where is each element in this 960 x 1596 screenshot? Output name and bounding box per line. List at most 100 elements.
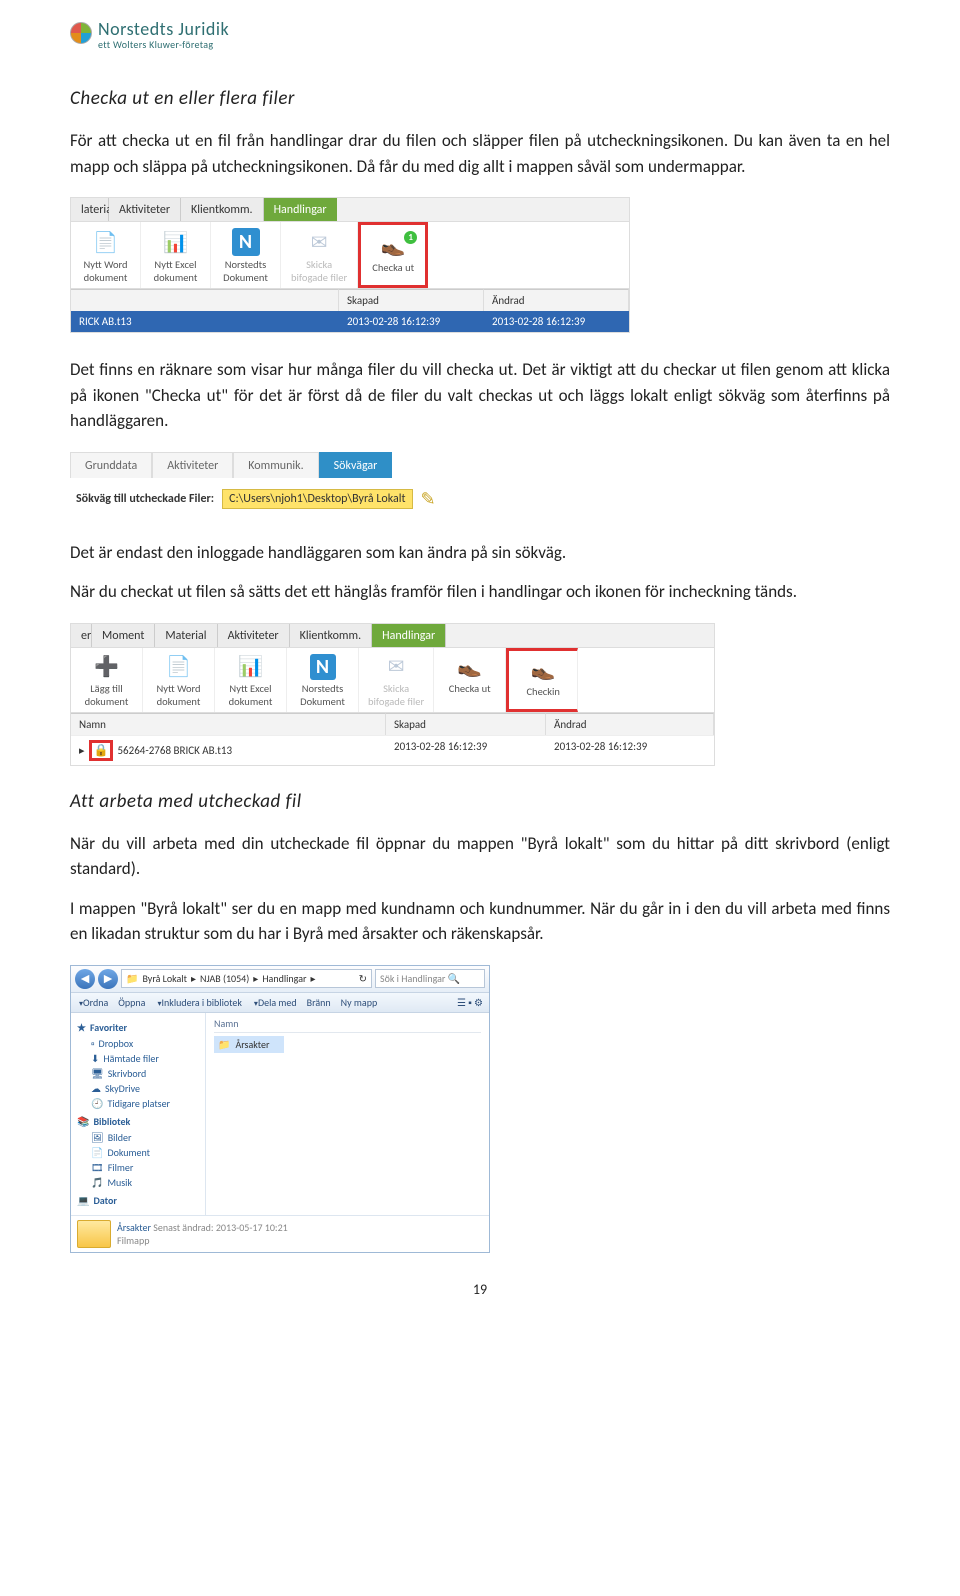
tool-dela[interactable]: Dela med xyxy=(252,996,297,1009)
nav-filmer[interactable]: 🎞Filmer xyxy=(77,1160,199,1175)
recent-icon: 🕘 xyxy=(91,1097,103,1110)
checka-ut-button[interactable]: 👞 Checka ut xyxy=(434,648,506,712)
col-namn[interactable]: Namn xyxy=(214,1017,481,1033)
tab-sokvagar[interactable]: Sökvägar xyxy=(319,452,393,478)
expand-toggle-icon[interactable]: ▸ xyxy=(79,744,85,757)
nav-hamtade[interactable]: ⬇Hämtade filer xyxy=(77,1051,199,1066)
nytt-excel-button[interactable]: 📊 Nytt Excel dokument xyxy=(141,222,211,288)
tool-brann[interactable]: Bränn xyxy=(307,996,331,1009)
tab-cut[interactable]: er xyxy=(71,624,92,647)
tab-material[interactable]: Material xyxy=(155,624,217,647)
label: Skicka xyxy=(291,258,347,271)
refresh-icon[interactable]: ↻ xyxy=(359,972,367,985)
label: Checka ut xyxy=(371,261,415,274)
col-skapad[interactable]: Skapad xyxy=(386,713,546,735)
tab-klientkomm[interactable]: Klientkomm. xyxy=(290,624,373,647)
desktop-icon: 🖥 xyxy=(91,1067,104,1080)
nytt-word-button[interactable]: 📄 Nytt Word dokument xyxy=(143,648,215,712)
paragraph-padlock: När du checkat ut filen så sätts det ett… xyxy=(70,579,890,605)
norstedts-icon: N xyxy=(232,228,260,256)
folder-arsakter[interactable]: 📁 Årsakter xyxy=(214,1036,284,1053)
file-name: RICK AB.t13 xyxy=(71,311,339,332)
col-namn[interactable]: Namn xyxy=(71,713,386,735)
label2: bifogade filer xyxy=(291,271,347,284)
crumb-2[interactable]: NJAB (1054) xyxy=(200,972,249,985)
tab-strip: er Moment Material Aktiviteter Klientkom… xyxy=(71,624,714,647)
tab-kommunik[interactable]: Kommunik. xyxy=(233,452,318,478)
logo-text: Norstedts Juridik ett Wolters Kluwer-för… xyxy=(98,20,229,51)
paragraph-structure: I mappen "Byrå lokalt" ser du en mapp me… xyxy=(70,896,890,947)
norstedts-dokument-button[interactable]: N Norstedts Dokument xyxy=(211,222,281,288)
tool-ordna[interactable]: Ordna xyxy=(77,996,108,1009)
tab-material[interactable]: laterial xyxy=(71,198,109,221)
nav-bibliotek[interactable]: 📚Bibliotek xyxy=(77,1115,199,1128)
col-andrad[interactable]: Ändrad xyxy=(546,713,714,735)
tab-aktiviteter[interactable]: Aktiviteter xyxy=(109,198,181,221)
shoe-icon: 👞 xyxy=(379,231,407,259)
details-meta: Senast ändrad: 2013-05-17 10:21 xyxy=(153,1221,287,1234)
lagg-till-button[interactable]: ➕ Lägg till dokument xyxy=(71,648,143,712)
screenshot-sokvagar: Grunddata Aktiviteter Kommunik. Sökvägar… xyxy=(70,452,610,516)
checka-ut-button[interactable]: 👞 1 Checka ut xyxy=(358,222,428,288)
crumb-1[interactable]: Byrå Lokalt xyxy=(142,972,187,985)
paragraph-intro: För att checka ut en fil från handlingar… xyxy=(70,128,890,179)
nytt-word-button[interactable]: 📄 Nytt Word dokument xyxy=(71,222,141,288)
brand-subtitle: ett Wolters Kluwer-företag xyxy=(98,38,229,51)
view-options-icon[interactable]: ☰ ▪ ⚙ xyxy=(457,996,483,1009)
breadcrumb[interactable]: 📁 Byrå Lokalt▸ NJAB (1054)▸ Handlingar▸ … xyxy=(121,969,372,988)
col-blank xyxy=(71,289,339,311)
back-button[interactable]: ◄ xyxy=(75,969,95,989)
checkin-button[interactable]: 👞 Checkin xyxy=(506,648,578,712)
nav-dokument[interactable]: 📄Dokument xyxy=(77,1145,199,1160)
label: Norstedts xyxy=(221,258,270,271)
col-skapad[interactable]: Skapad xyxy=(339,289,484,311)
nav-musik[interactable]: 🎵Musik xyxy=(77,1175,199,1190)
label2: Dokument xyxy=(296,695,349,708)
heading-checka-ut: Checka ut en eller flera filer xyxy=(70,87,890,110)
nav-skydrive[interactable]: ☁SkyDrive xyxy=(77,1081,199,1096)
norstedts-dokument-button[interactable]: N Norstedts Dokument xyxy=(287,648,359,712)
nav-bilder[interactable]: 🖼Bilder xyxy=(77,1130,199,1145)
paragraph-counter: Det finns en räknare som visar hur många… xyxy=(70,357,890,434)
search-input[interactable]: Sök i Handlingar 🔍 xyxy=(375,969,485,988)
ribbon: ➕ Lägg till dokument 📄 Nytt Word dokumen… xyxy=(71,647,714,713)
tool-ny-mapp[interactable]: Ny mapp xyxy=(341,996,378,1009)
logo: Norstedts Juridik ett Wolters Kluwer-för… xyxy=(70,20,890,51)
nav-favoriter[interactable]: ★Favoriter xyxy=(77,1021,199,1034)
crumb-3[interactable]: Handlingar xyxy=(262,972,306,985)
tool-oppna[interactable]: Öppna xyxy=(118,996,145,1009)
label2: bifogade filer xyxy=(368,695,424,708)
tool-inkludera[interactable]: Inkludera i bibliotek xyxy=(155,996,241,1009)
skicka-button: ✉ Skicka bifogade filer xyxy=(359,648,434,712)
column-headers: Namn Skapad Ändrad xyxy=(71,713,714,735)
path-value[interactable]: C:\Users\njoh1\Desktop\Byrå Lokalt xyxy=(222,489,412,509)
nav-skrivbord[interactable]: 🖥Skrivbord xyxy=(77,1066,199,1081)
edit-pencil-icon[interactable]: ✎ xyxy=(421,488,436,510)
tab-klientkomm[interactable]: Klientkomm. xyxy=(181,198,264,221)
tab-grunddata[interactable]: Grunddata xyxy=(70,452,152,478)
tab-moment[interactable]: Moment xyxy=(92,624,155,647)
heading-arbeta-med: Att arbeta med utcheckad fil xyxy=(70,790,890,813)
file-name: 56264-2768 BRICK AB.t13 xyxy=(117,744,232,757)
nytt-excel-button[interactable]: 📊 Nytt Excel dokument xyxy=(215,648,287,712)
counter-badge: 1 xyxy=(404,231,417,244)
tab-handlingar[interactable]: Handlingar xyxy=(372,624,446,647)
nav-dator[interactable]: 💻Dator xyxy=(77,1194,199,1207)
brand-name: Norstedts Juridik xyxy=(98,20,229,38)
col-andrad[interactable]: Ändrad xyxy=(484,289,629,311)
nav-tidigare[interactable]: 🕘Tidigare platser xyxy=(77,1096,199,1111)
tab-handlingar[interactable]: Handlingar xyxy=(264,198,337,221)
tab-aktiviteter[interactable]: Aktiviteter xyxy=(152,452,233,478)
forward-button[interactable]: ► xyxy=(98,969,118,989)
page-number: 19 xyxy=(70,1281,890,1298)
explorer-body: ★Favoriter ▫Dropbox ⬇Hämtade filer 🖥Skri… xyxy=(71,1013,489,1215)
logo-mark-icon xyxy=(70,22,92,44)
explorer-file-list: Namn 📁 Årsakter xyxy=(206,1013,489,1215)
tab-aktiviteter[interactable]: Aktiviteter xyxy=(218,624,290,647)
search-placeholder: Sök i Handlingar xyxy=(380,972,445,985)
ribbon: 📄 Nytt Word dokument 📊 Nytt Excel dokume… xyxy=(71,221,629,289)
documents-icon: 📄 xyxy=(91,1146,103,1159)
nav-dropbox[interactable]: ▫Dropbox xyxy=(77,1036,199,1051)
file-row[interactable]: ▸ 🔒 56264-2768 BRICK AB.t13 2013-02-28 1… xyxy=(71,735,714,765)
file-row-selected[interactable]: RICK AB.t13 2013-02-28 16:12:39 2013-02-… xyxy=(71,311,629,332)
